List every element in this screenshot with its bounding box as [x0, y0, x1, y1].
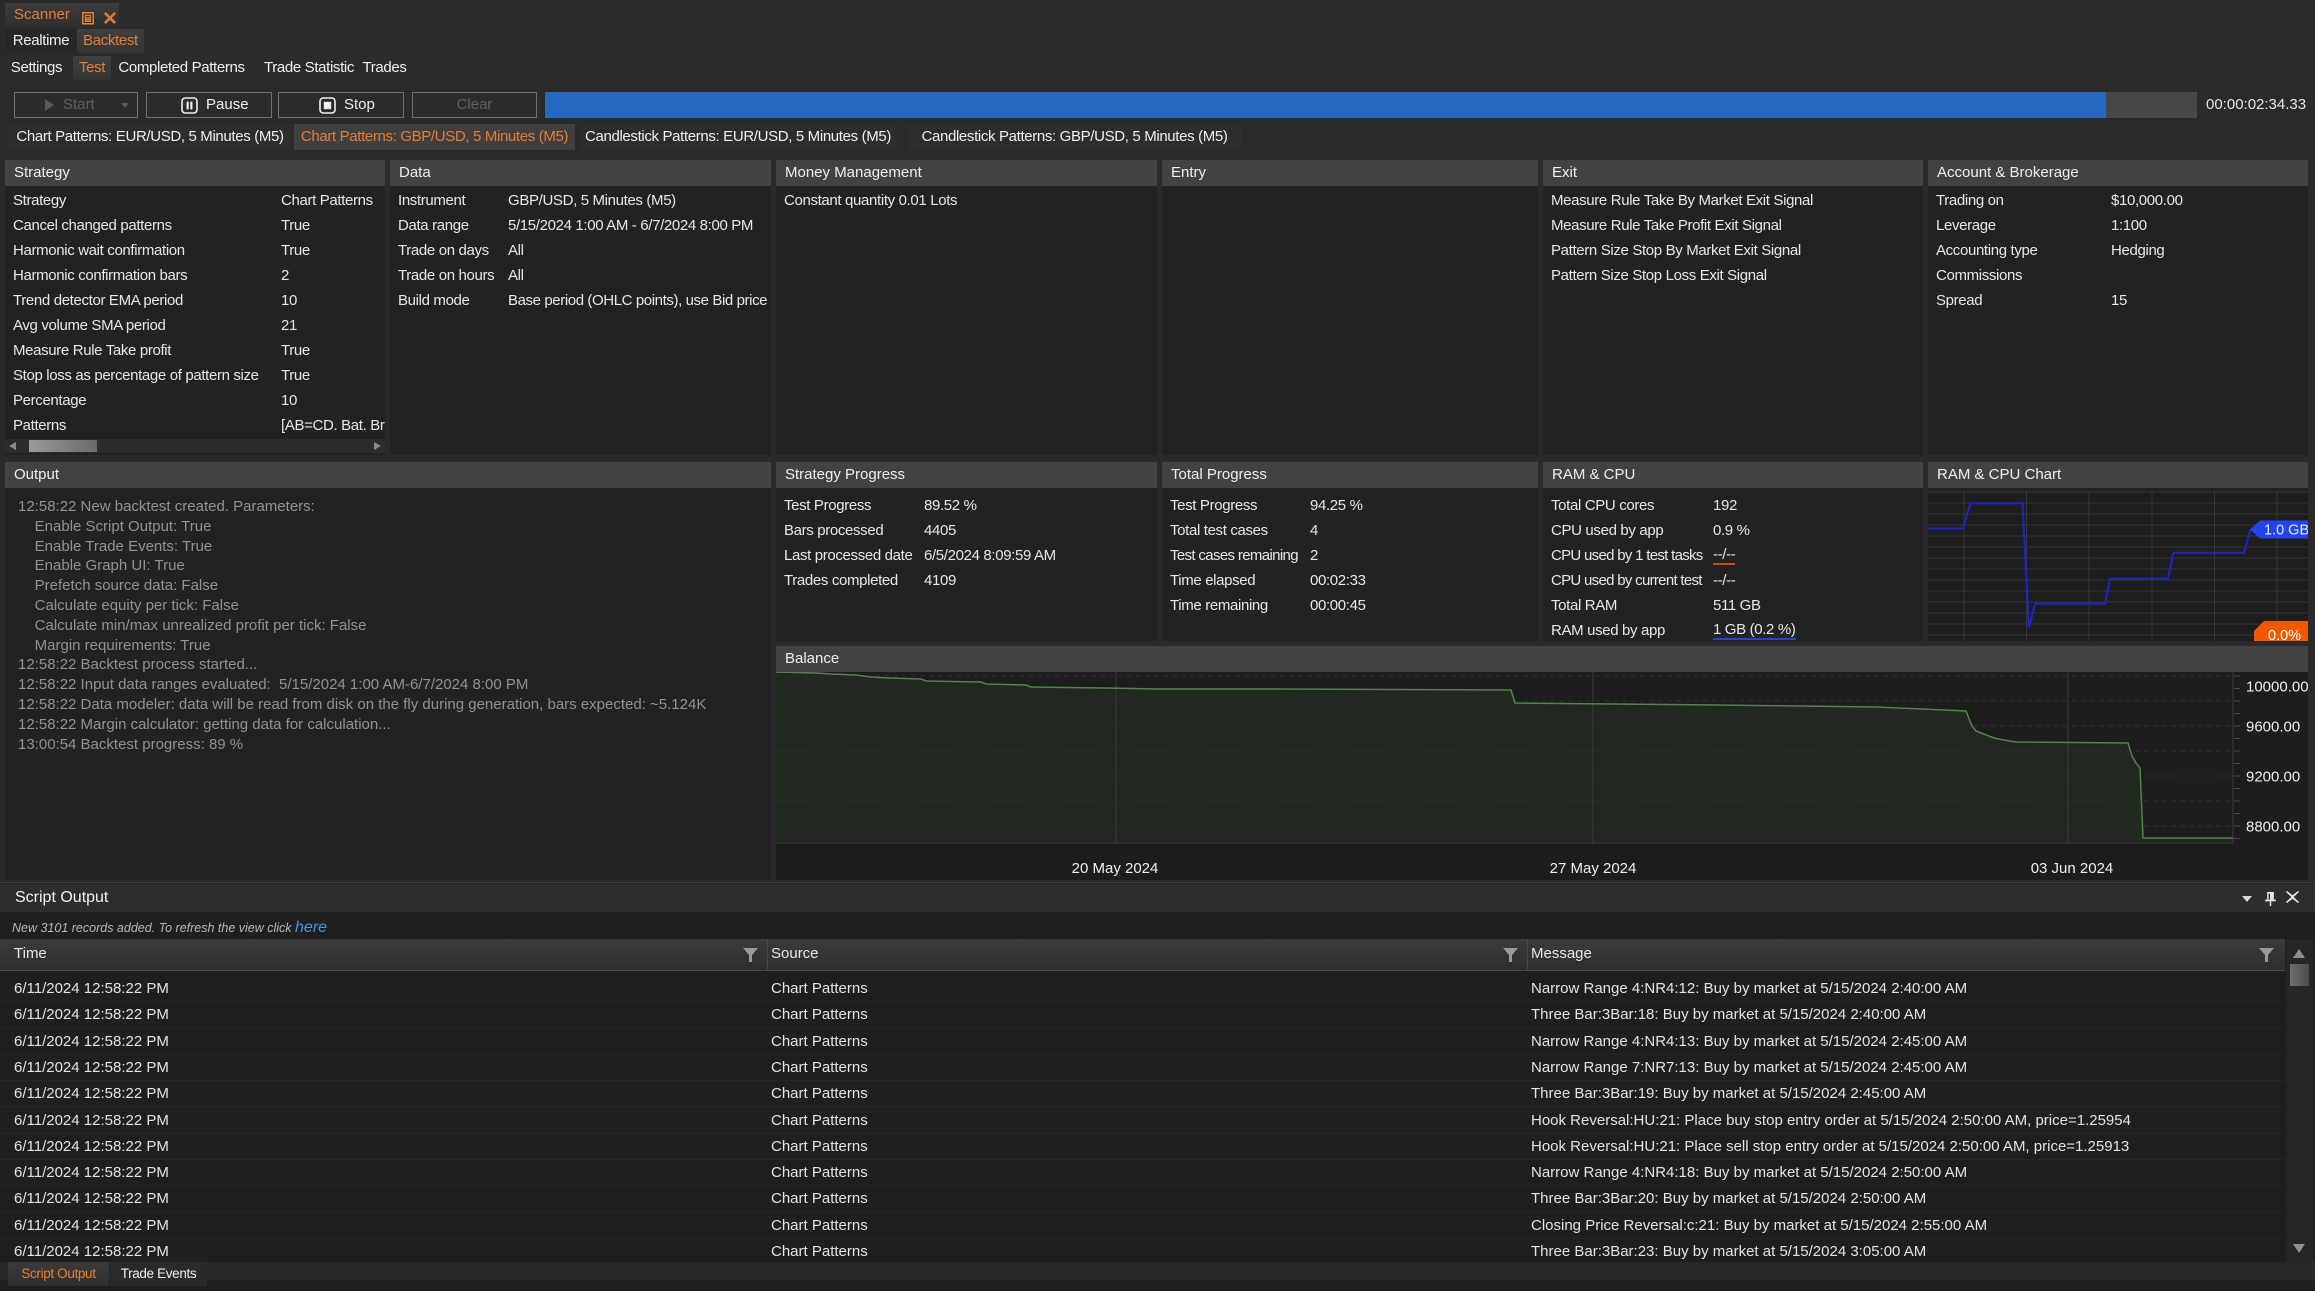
svg-text:9600.00: 9600.00 [2246, 719, 2300, 736]
svg-text:0.0%: 0.0% [2268, 628, 2301, 641]
svg-text:03 Jun 2024: 03 Jun 2024 [2031, 860, 2114, 877]
svg-text:9200.00: 9200.00 [2246, 769, 2300, 786]
svg-text:8800.00: 8800.00 [2246, 819, 2300, 836]
svg-text:20 May 2024: 20 May 2024 [1072, 860, 1159, 877]
svg-text:1.0 GB: 1.0 GB [2264, 523, 2308, 539]
svg-text:10000.00: 10000.00 [2246, 679, 2308, 696]
svg-text:27 May 2024: 27 May 2024 [1550, 860, 1637, 877]
